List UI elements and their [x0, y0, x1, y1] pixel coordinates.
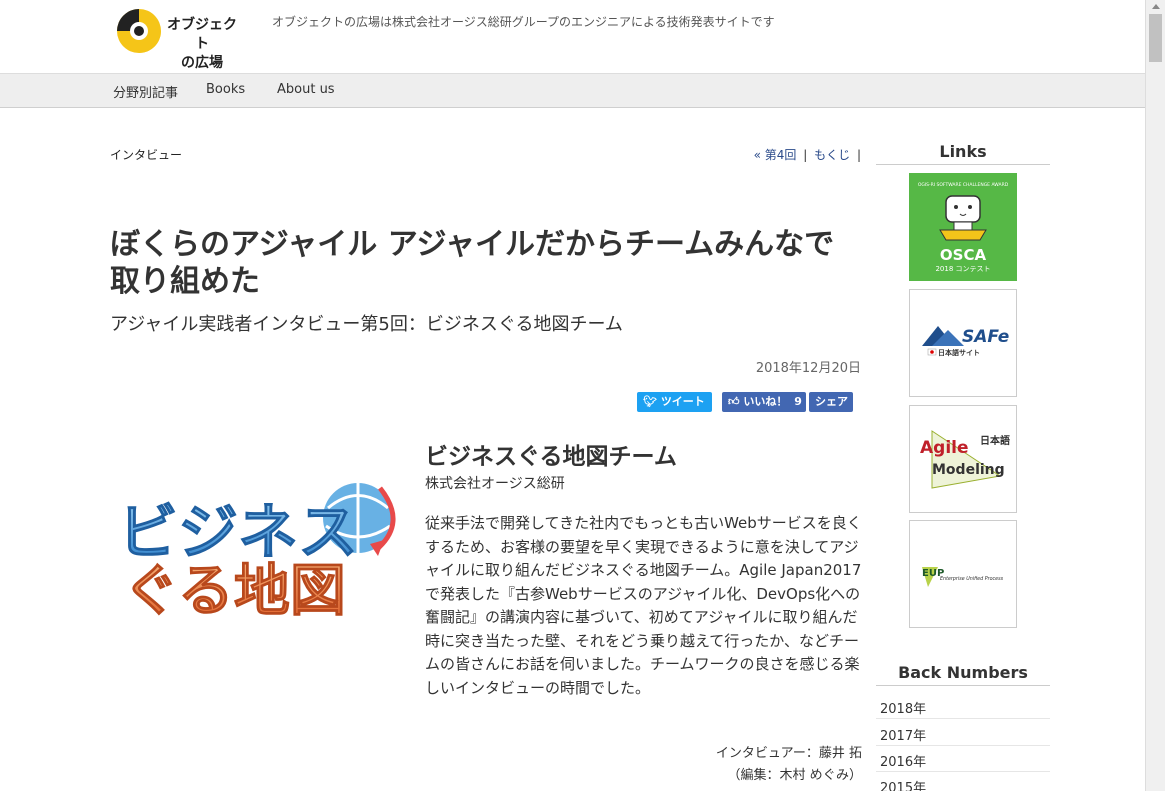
team-name: ビジネスぐる地図チーム	[425, 444, 677, 470]
vertical-scrollbar[interactable]	[1145, 0, 1165, 791]
credits: インタビュアー：藤井 拓 （編集：木村 めぐみ）	[716, 743, 862, 787]
article-date: 2018年12月20日	[755, 361, 861, 376]
eup-banner-image: EUP Enterprise Unified Process	[922, 567, 1004, 587]
osca-title: OSCA	[940, 246, 987, 264]
osca-sub: 2018 コンテスト	[935, 265, 990, 273]
site-tagline: オブジェクトの広場は株式会社オージス総研グループのエンジニアによる技術発表サイト…	[272, 15, 775, 29]
article-lead-text: 従来手法で開発してきた社内でもっとも古いWebサービスを良くするため、お客様の要…	[425, 514, 862, 697]
company-name: 株式会社オージス総研	[425, 476, 565, 492]
article-pager: « 第4回 | もくじ |	[754, 146, 861, 163]
lead-float-spacer	[110, 512, 425, 677]
site-logo-icon[interactable]	[116, 8, 162, 54]
site-header: オブジェクト の広場 オブジェクトの広場は株式会社オージス総研グループのエンジニ…	[0, 0, 1145, 73]
safe-title: SAFe	[962, 327, 1009, 347]
prev-article-link[interactable]: « 第4回	[754, 148, 797, 162]
tweet-button[interactable]: 🐦︎ ツイート	[637, 392, 712, 412]
safe-banner-image: SAFe 日本語サイト	[922, 326, 1009, 357]
agile-title-1: Agile	[920, 438, 969, 458]
article-title: ぼくらのアジャイル アジャイルだからチームみんなで取り組めた	[110, 227, 835, 299]
thumbs-up-icon: 👍︎	[728, 395, 740, 408]
eup-sub: Enterprise Unified Process	[940, 576, 1004, 582]
safe-sub: 日本語サイト	[938, 348, 980, 357]
facebook-like-button[interactable]: 👍︎ いいね！ 9	[722, 392, 806, 412]
osca-banner-image: OGIS-RI SOFTWARE CHALLENGE AWARD OSCA 20…	[918, 182, 1009, 273]
pager-separator: |	[803, 148, 808, 162]
eup-banner[interactable]: EUP Enterprise Unified Process	[909, 520, 1017, 628]
nav-item-books[interactable]: Books	[206, 82, 245, 97]
like-count: 9	[794, 395, 802, 408]
logo-text-line2: の広場	[181, 55, 223, 71]
scroll-thumb[interactable]	[1149, 14, 1162, 62]
back-number-item[interactable]: 2016年	[876, 746, 1050, 772]
agile-modeling-banner[interactable]: Agile Modeling 日本語	[909, 405, 1017, 513]
agile-modeling-image: Agile Modeling 日本語	[920, 430, 1010, 489]
back-number-item[interactable]: 2018年	[876, 693, 1050, 719]
site-logo-text[interactable]: オブジェクト の広場	[166, 16, 238, 73]
back-numbers-heading: Back Numbers	[876, 663, 1050, 686]
scroll-up-icon[interactable]	[1152, 4, 1160, 9]
editor-credit: （編集：木村 めぐみ）	[727, 768, 862, 783]
twitter-bird-icon: 🐦︎	[643, 395, 657, 408]
nav-item-articles[interactable]: 分野別記事	[113, 82, 178, 101]
interviewer-credit: インタビュアー：藤井 拓	[715, 746, 862, 761]
logo-text-line1: オブジェクト	[167, 17, 237, 52]
article-category[interactable]: インタビュー	[110, 146, 182, 163]
article-lead: 従来手法で開発してきた社内でもっとも古いWebサービスを良くするため、お客様の要…	[110, 512, 862, 700]
toc-link[interactable]: もくじ	[814, 148, 850, 162]
main-nav: 分野別記事 Books About us	[0, 73, 1145, 108]
like-label: いいね！	[743, 395, 788, 408]
safe-banner[interactable]: SAFe 日本語サイト	[909, 289, 1017, 397]
tweet-label: ツイート	[660, 395, 705, 408]
facebook-share-button[interactable]: シェア	[809, 392, 853, 412]
osca-banner[interactable]: OGIS-RI SOFTWARE CHALLENGE AWARD OSCA 20…	[909, 173, 1017, 281]
back-number-item[interactable]: 2017年	[876, 720, 1050, 746]
agile-title-2: Modeling	[932, 462, 1005, 478]
osca-top-text: OGIS-RI SOFTWARE CHALLENGE AWARD	[918, 182, 1009, 188]
pager-separator-end: |	[856, 148, 861, 162]
back-number-item[interactable]: 2015年	[876, 772, 1050, 791]
article-subtitle: アジャイル実践者インタビュー第5回：ビジネスぐる地図チーム	[110, 314, 623, 335]
nav-item-about[interactable]: About us	[277, 82, 335, 97]
links-heading: Links	[876, 142, 1050, 165]
agile-jp: 日本語	[980, 434, 1010, 447]
